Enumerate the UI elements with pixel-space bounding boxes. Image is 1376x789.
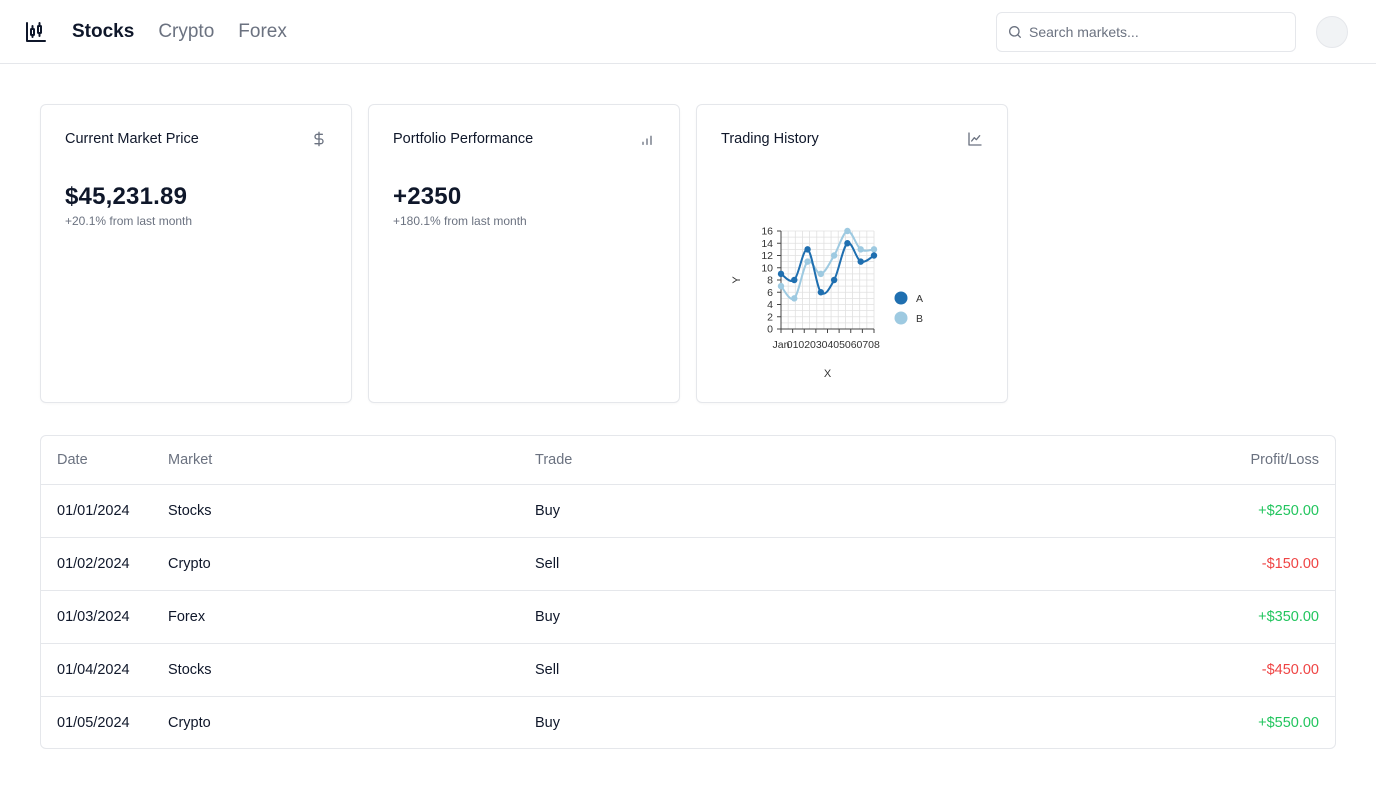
legend-label-a: A: [916, 293, 923, 305]
cell-date: 01/01/2024: [41, 484, 152, 538]
x-tick-label: 01: [787, 339, 799, 351]
search-icon: [1009, 26, 1021, 38]
y-tick-label: 14: [761, 238, 773, 250]
y-axis-label: Y: [731, 276, 743, 284]
nav-stocks[interactable]: Stocks: [72, 21, 134, 43]
data-point-b: [804, 258, 811, 265]
legend-label-b: B: [916, 313, 923, 325]
x-tick-label: 06: [845, 339, 857, 351]
x-tick-label: 02: [798, 339, 810, 351]
market-price-change: +20.1% from last month: [65, 214, 193, 228]
cell-profit-loss: -$150.00: [852, 537, 1335, 591]
x-axis-label: X: [824, 368, 832, 380]
header-trade: Trade: [519, 436, 853, 485]
cell-trade: Sell: [519, 643, 853, 697]
cell-trade: Buy: [535, 714, 560, 731]
y-tick-label: 16: [761, 226, 773, 238]
trades-table: Date Market Trade Profit/Loss 01/01/2024…: [41, 436, 1335, 748]
legend-marker-b: [894, 311, 908, 325]
dollar-icon: [314, 131, 324, 147]
data-point-a: [830, 276, 838, 284]
cell-trade: Buy: [519, 484, 853, 538]
y-tick-label: 8: [767, 275, 773, 287]
trading-history-card: Trading History 0 2 4 6 8 10 12 14 16 Jan 01 02 03 04…: [696, 104, 1008, 403]
portfolio-value: +2350: [393, 183, 462, 210]
data-point-b: [817, 270, 825, 278]
table-row[interactable]: 01/05/2024 Crypto Buy +$550.00: [41, 696, 1335, 748]
search-input[interactable]: [1029, 13, 1291, 51]
data-point-a: [791, 276, 798, 284]
header-market: Market: [152, 436, 519, 485]
x-tick-label: 04: [822, 339, 834, 351]
card-title: Portfolio Performance: [393, 131, 534, 147]
data-point-a: [844, 240, 851, 247]
nav-forex[interactable]: Forex: [238, 21, 287, 43]
cell-date: 01/03/2024: [41, 590, 152, 644]
bar-chart-icon: [642, 135, 652, 145]
x-tick-label: 05: [833, 339, 845, 351]
y-tick-label: 12: [761, 250, 773, 262]
cell-market: Stocks: [152, 484, 519, 538]
cell-market: Stocks: [152, 643, 519, 697]
cell-profit-loss: -$450.00: [852, 643, 1335, 697]
data-point-b: [844, 227, 851, 235]
card-title: Current Market Price: [65, 131, 199, 147]
main-nav: Stocks Crypto Forex: [72, 0, 287, 64]
table-row[interactable]: 01/03/2024 Forex Buy +$350.00: [41, 590, 1335, 644]
data-point-a: [804, 246, 811, 253]
y-tick-label: 0: [767, 324, 773, 336]
table-row[interactable]: 01/04/2024 Stocks Sell -$450.00: [41, 643, 1335, 697]
market-price-card: Current Market Price $45,231.89 +20.1% f…: [40, 104, 352, 403]
data-point-a: [857, 258, 864, 265]
x-tick-label: 08: [868, 339, 880, 351]
cell-profit-loss: +$550.00: [1258, 714, 1319, 731]
data-point-b: [857, 246, 864, 253]
header-profit-loss: Profit/Loss: [852, 436, 1335, 485]
cell-date: 01/05/2024: [57, 714, 130, 731]
x-tick-label: 07: [857, 339, 869, 351]
data-point-b: [791, 295, 798, 302]
cell-profit-loss: +$350.00: [852, 590, 1335, 644]
table-row[interactable]: 01/01/2024 Stocks Buy +$250.00: [41, 484, 1335, 538]
portfolio-change: +180.1% from last month: [393, 214, 527, 228]
header-date: Date: [41, 436, 152, 485]
data-point-b: [777, 282, 785, 290]
table-header-row: Date Market Trade Profit/Loss: [41, 436, 1335, 485]
top-header: Stocks Crypto Forex: [0, 0, 1376, 64]
cell-trade: Sell: [519, 537, 853, 591]
cell-market: Forex: [152, 590, 519, 644]
cell-market: Crypto: [152, 537, 519, 591]
cell-market: Crypto: [168, 714, 211, 731]
x-tick-label: 03: [810, 339, 822, 351]
portfolio-performance-card: Portfolio Performance +2350 +180.1% from…: [368, 104, 680, 403]
trades-table-card: Date Market Trade Profit/Loss 01/01/2024…: [40, 435, 1336, 749]
legend-marker-a: [894, 291, 908, 305]
nav-crypto[interactable]: Crypto: [158, 21, 214, 43]
data-point-a: [817, 289, 825, 296]
cell-profit-loss: +$250.00: [852, 484, 1335, 538]
cell-date: 01/02/2024: [41, 537, 152, 591]
y-tick-label: 10: [761, 262, 773, 274]
trading-history-chart: 0246810121416Jan01 02 03 04 05 06 07 08XYAB: [731, 226, 923, 381]
data-point-a: [870, 252, 878, 259]
data-point-b: [870, 246, 878, 253]
y-tick-label: 6: [767, 287, 773, 299]
y-tick-label: 2: [767, 311, 773, 323]
data-point-a: [777, 270, 785, 278]
cell-trade: Buy: [519, 590, 853, 644]
user-avatar[interactable]: [1316, 16, 1348, 48]
search-box: [996, 12, 1296, 52]
market-price-value: $45,231.89: [65, 183, 188, 210]
candlestick-chart-icon[interactable]: [24, 20, 48, 44]
data-point-b: [830, 252, 838, 259]
table-row[interactable]: 01/02/2024 Crypto Sell -$150.00: [41, 537, 1335, 591]
y-tick-label: 4: [767, 299, 773, 311]
cell-date: 01/04/2024: [41, 643, 152, 697]
